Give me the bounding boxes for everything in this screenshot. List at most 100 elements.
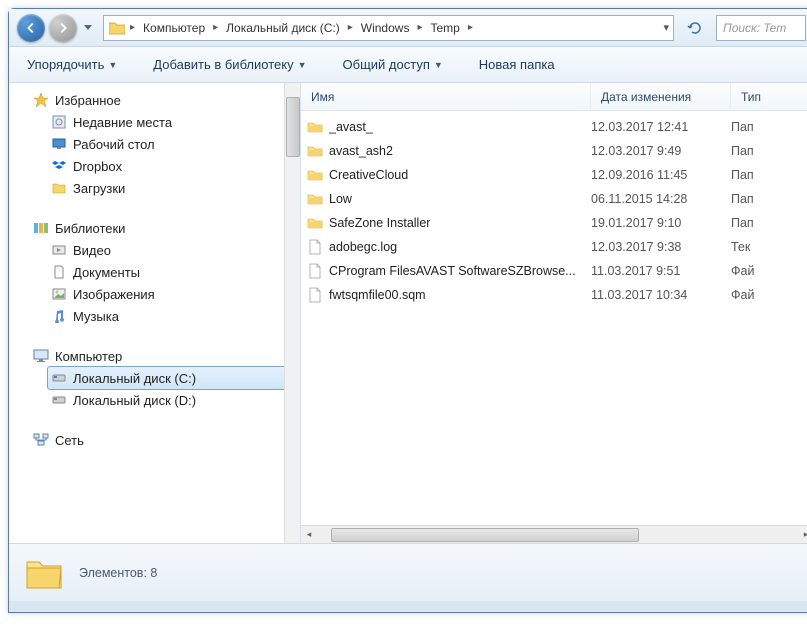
address-bar[interactable]: ▸ Компьютер ▸ Локальный диск (C:) ▸ Wind…: [103, 15, 674, 41]
explorer-window: ▸ Компьютер ▸ Локальный диск (C:) ▸ Wind…: [8, 8, 807, 613]
network-label: Сеть: [55, 433, 84, 448]
file-icon: [307, 263, 323, 279]
file-date: 12.03.2017 9:38: [591, 240, 731, 254]
address-dropdown[interactable]: ▾: [661, 21, 671, 34]
arrow-right-icon: [56, 21, 70, 35]
computer-header[interactable]: Компьютер: [9, 345, 300, 367]
chevron-down-icon: ▼: [434, 60, 443, 70]
search-placeholder: Поиск: Tem: [723, 21, 786, 35]
file-type: Фай: [731, 264, 807, 278]
libraries-group: Библиотеки Видео Документы Изображения М…: [9, 217, 300, 327]
scrollbar-thumb[interactable]: [286, 97, 300, 157]
breadcrumb-arrow[interactable]: ▸: [466, 22, 475, 33]
file-row[interactable]: Low06.11.2015 14:28Пап: [301, 187, 807, 211]
sidebar-item-recent[interactable]: Недавние места: [9, 111, 300, 133]
breadcrumb-arrow[interactable]: ▸: [346, 22, 355, 33]
sidebar-item-disk-c[interactable]: Локальный диск (C:): [47, 366, 296, 390]
favorites-label: Избранное: [55, 93, 121, 108]
folder-icon: [108, 19, 126, 37]
file-list[interactable]: _avast_12.03.2017 12:41Пап avast_ash2 12.0…: [301, 111, 807, 525]
sidebar-item-images[interactable]: Изображения: [9, 283, 300, 305]
breadcrumb-segment[interactable]: Windows: [355, 16, 416, 40]
sidebar-item-label: Dropbox: [73, 159, 122, 174]
sidebar-item-label: Локальный диск (C:): [73, 371, 196, 386]
history-dropdown[interactable]: [81, 18, 95, 38]
sidebar-item-downloads[interactable]: Загрузки: [9, 177, 300, 199]
sidebar-item-disk-d[interactable]: Локальный диск (D:): [9, 389, 300, 411]
file-row[interactable]: SafeZone Installer19.01.2017 9:10Пап: [301, 211, 807, 235]
breadcrumb-segment[interactable]: Temp: [424, 16, 465, 40]
breadcrumb-arrow[interactable]: ▸: [128, 22, 137, 33]
disk-icon: [51, 370, 67, 386]
sidebar-item-desktop[interactable]: Рабочий стол: [9, 133, 300, 155]
computer-group: Компьютер Локальный диск (C:) Локальный …: [9, 345, 300, 411]
file-icon: [307, 239, 323, 255]
disk-icon: [51, 392, 67, 408]
column-name[interactable]: Имя: [301, 83, 591, 110]
toolbar: Упорядочить▼ Добавить в библиотеку▼ Общи…: [9, 47, 807, 83]
scrollbar-thumb[interactable]: [331, 528, 639, 542]
forward-button[interactable]: [49, 14, 77, 42]
scroll-left-button[interactable]: ◂: [301, 527, 317, 543]
organize-button[interactable]: Упорядочить▼: [21, 53, 123, 76]
refresh-icon: [687, 20, 703, 36]
folder-icon: [307, 119, 323, 135]
chevron-down-icon: [84, 25, 92, 31]
sidebar-item-dropbox[interactable]: Dropbox: [9, 155, 300, 177]
status-bar: Элементов: 8: [9, 543, 807, 601]
file-name-text: CProgram FilesAVAST SoftwareSZBrowse...: [329, 264, 576, 278]
search-input[interactable]: Поиск: Tem: [716, 15, 806, 41]
favorites-header[interactable]: Избранное: [9, 89, 300, 111]
file-row[interactable]: avast_ash212.03.2017 9:49Пап: [301, 139, 807, 163]
libraries-icon: [33, 220, 49, 236]
breadcrumb-segment[interactable]: Локальный диск (C:): [220, 16, 346, 40]
file-row[interactable]: adobegc.log12.03.2017 9:38Тек: [301, 235, 807, 259]
sidebar-item-label: Рабочий стол: [73, 137, 155, 152]
sidebar-item-label: Загрузки: [73, 181, 125, 196]
sidebar-item-music[interactable]: Музыка: [9, 305, 300, 327]
breadcrumb-segment[interactable]: Компьютер: [137, 16, 211, 40]
breadcrumb-arrow[interactable]: ▸: [415, 22, 424, 33]
share-button[interactable]: Общий доступ▼: [337, 53, 449, 76]
libraries-header[interactable]: Библиотеки: [9, 217, 300, 239]
folder-icon: [307, 143, 323, 159]
refresh-button[interactable]: [682, 16, 708, 40]
arrow-left-icon: [24, 21, 38, 35]
sidebar-item-label: Локальный диск (D:): [73, 393, 196, 408]
file-row[interactable]: fwtsqmfile00.sqm11.03.2017 10:34Фай: [301, 283, 807, 307]
file-row[interactable]: CreativeCloud12.09.2016 11:45Пап: [301, 163, 807, 187]
sidebar-item-label: Изображения: [73, 287, 155, 302]
file-name-text: CreativeCloud: [329, 168, 408, 182]
back-button[interactable]: [17, 14, 45, 42]
file-date: 12.03.2017 9:49: [591, 144, 731, 158]
include-library-button[interactable]: Добавить в библиотеку▼: [147, 53, 312, 76]
file-row[interactable]: _avast_12.03.2017 12:41Пап: [301, 115, 807, 139]
computer-label: Компьютер: [55, 349, 122, 364]
file-name-text: adobegc.log: [329, 240, 397, 254]
navigation-bar: ▸ Компьютер ▸ Локальный диск (C:) ▸ Wind…: [9, 9, 807, 47]
folder-icon: [307, 167, 323, 183]
video-icon: [51, 242, 67, 258]
network-header[interactable]: Сеть: [9, 429, 300, 451]
folder-icon: [307, 215, 323, 231]
column-date[interactable]: Дата изменения: [591, 83, 731, 110]
favorites-group: Избранное Недавние места Рабочий стол Dr…: [9, 89, 300, 199]
file-row[interactable]: CProgram FilesAVAST SoftwareSZBrowse...1…: [301, 259, 807, 283]
breadcrumb-arrow[interactable]: ▸: [211, 22, 220, 33]
file-name-text: SafeZone Installer: [329, 216, 430, 230]
column-type[interactable]: Тип: [731, 83, 807, 110]
computer-icon: [33, 348, 49, 364]
chevron-down-icon: ▼: [108, 60, 117, 70]
file-type: Пап: [731, 120, 807, 134]
content-area: Избранное Недавние места Рабочий стол Dr…: [9, 83, 807, 543]
network-group: Сеть: [9, 429, 300, 451]
scroll-right-button[interactable]: ▸: [798, 527, 807, 543]
file-name-text: avast_ash2: [329, 144, 393, 158]
sidebar-item-documents[interactable]: Документы: [9, 261, 300, 283]
horizontal-scrollbar[interactable]: ◂ ▸: [301, 525, 807, 543]
file-type: Фай: [731, 288, 807, 302]
file-name-text: Low: [329, 192, 352, 206]
sidebar-item-video[interactable]: Видео: [9, 239, 300, 261]
sidebar-scrollbar[interactable]: [284, 83, 300, 543]
new-folder-button[interactable]: Новая папка: [473, 53, 561, 76]
